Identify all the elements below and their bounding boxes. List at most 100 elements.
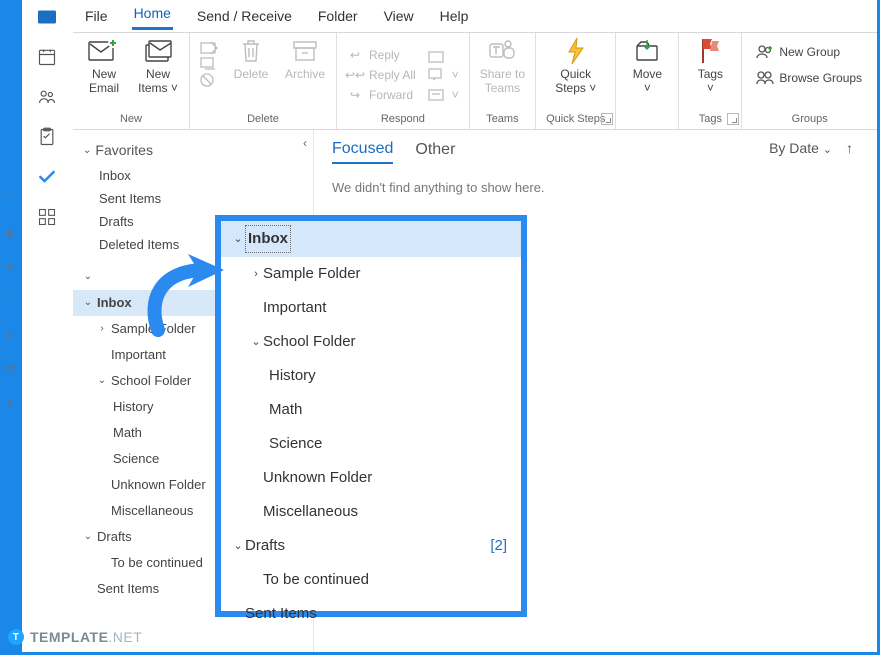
forward-icon: ↪ (347, 87, 363, 103)
todo-rail-icon[interactable] (36, 166, 58, 188)
left-rail (22, 0, 73, 652)
meeting-mini-icon[interactable] (428, 50, 459, 64)
ribbon-group-delete: Delete Archive Delete (190, 33, 337, 129)
archive-label: Archive (285, 67, 325, 81)
ribbon-group-move-label (646, 113, 649, 127)
callout-important-label: Important (263, 295, 326, 321)
menu-view[interactable]: View (382, 4, 416, 30)
more-respond-mini-icon[interactable]: ˅ (428, 86, 459, 104)
tree-history-label: History (113, 396, 153, 418)
callout-drafts-count: [2] (490, 533, 507, 559)
tags-button[interactable]: Tags ˅ (689, 37, 731, 95)
callout-history[interactable]: History (221, 359, 521, 393)
chevron-down-icon: ⌄ (83, 145, 91, 156)
tasks-rail-icon[interactable] (36, 126, 58, 148)
callout-tbc[interactable]: To be continued (221, 563, 521, 597)
reply-all-icon: ↩↩ (347, 67, 363, 83)
ribbon-group-new-label: New (120, 113, 142, 127)
callout-science[interactable]: Science (221, 427, 521, 461)
archive-button[interactable]: Archive (284, 37, 326, 81)
trash-icon (236, 37, 266, 65)
new-group-button[interactable]: New Group (757, 43, 840, 61)
callout-overlay: ⌄Inbox ›Sample Folder Important ⌄School … (215, 215, 527, 617)
sort-direction[interactable]: ↑ (846, 140, 853, 156)
menu-home[interactable]: Home (132, 1, 173, 30)
people-rail-icon[interactable] (36, 86, 58, 108)
watermark: T TEMPLATE.NET (8, 629, 142, 645)
chevron-down-icon: ⌄ (231, 533, 245, 559)
tree-important-label: Important (111, 344, 166, 366)
menu-help[interactable]: Help (438, 4, 471, 30)
callout-inbox[interactable]: ⌄Inbox (221, 221, 521, 257)
callout-school-label: School Folder (263, 329, 356, 355)
im-mini-icon[interactable]: ˅ (428, 66, 459, 84)
fav-sent-items[interactable]: Sent Items (73, 187, 313, 210)
callout-drafts[interactable]: ⌄Drafts [2] (221, 529, 521, 563)
reply-button[interactable]: ↩Reply (347, 46, 416, 64)
callout-important[interactable]: Important (221, 291, 521, 325)
tab-other[interactable]: Other (415, 141, 455, 163)
junk-mini-icon[interactable] (200, 73, 218, 87)
tree-drafts-label: Drafts (97, 526, 132, 548)
favorites-header[interactable]: ⌄ Favorites (73, 136, 313, 164)
tree-unknown-label: Unknown Folder (111, 474, 206, 496)
left-edge-decor: 'gn'sees (2, 180, 18, 418)
new-email-label: New Email (89, 67, 119, 95)
ribbon-group-teams-label: Teams (486, 113, 518, 127)
chevron-down-icon: ⌄ (83, 266, 93, 288)
move-label: Move ˅ (633, 67, 662, 95)
chevron-down-icon: ⌄ (97, 370, 107, 392)
favorites-header-label: Favorites (95, 142, 153, 158)
move-button[interactable]: Move ˅ (626, 37, 668, 95)
new-items-icon (143, 37, 173, 65)
ribbon-group-teams: Share to Teams Teams (470, 33, 536, 129)
sort-bydate-label: By Date (769, 140, 819, 156)
callout-drafts-label: Drafts (245, 533, 285, 559)
menu-folder[interactable]: Folder (316, 4, 360, 30)
reply-all-button[interactable]: ↩↩Reply All (347, 66, 416, 84)
menu-file[interactable]: File (83, 4, 110, 30)
respond-extra: ˅ ˅ (428, 46, 459, 104)
delete-button[interactable]: Delete (230, 37, 272, 81)
mail-rail-icon[interactable] (36, 6, 58, 28)
tree-misc-label: Miscellaneous (111, 500, 193, 522)
callout-sample-folder[interactable]: ›Sample Folder (221, 257, 521, 291)
callout-science-label: Science (269, 431, 322, 457)
callout-miscellaneous[interactable]: Miscellaneous (221, 495, 521, 529)
cleanup-mini-icon[interactable] (200, 57, 218, 71)
teams-icon (487, 37, 517, 65)
callout-history-label: History (269, 363, 316, 389)
ignore-mini-icon[interactable] (200, 41, 218, 55)
new-items-label: New Items ˅ (138, 67, 178, 95)
chevron-down-icon: ⌄ (823, 144, 832, 156)
calendar-rail-icon[interactable] (36, 46, 58, 68)
callout-math[interactable]: Math (221, 393, 521, 427)
more-apps-rail-icon[interactable] (36, 206, 58, 228)
sort-bydate[interactable]: By Date ⌄ (769, 140, 832, 156)
share-to-teams-button[interactable]: Share to Teams (480, 37, 525, 95)
ribbon: New Email New Items ˅ New (73, 32, 877, 130)
tab-focused[interactable]: Focused (332, 140, 393, 164)
quicksteps-dialog-launcher[interactable] (601, 113, 613, 125)
quick-steps-button[interactable]: Quick Steps ˅ (555, 37, 597, 95)
callout-sent-label: Sent Items (245, 601, 317, 627)
chevron-right-icon: › (249, 261, 263, 287)
callout-tbc-label: To be continued (263, 567, 369, 593)
callout-unknown-folder[interactable]: Unknown Folder (221, 461, 521, 495)
menu-send-receive[interactable]: Send / Receive (195, 4, 294, 30)
tags-dialog-launcher[interactable] (727, 113, 739, 125)
fav-inbox[interactable]: Inbox (73, 164, 313, 187)
new-email-button[interactable]: New Email (83, 37, 125, 95)
forward-button[interactable]: ↪Forward (347, 86, 416, 104)
new-items-button[interactable]: New Items ˅ (137, 37, 179, 95)
tree-science-label: Science (113, 448, 159, 470)
browse-groups-button[interactable]: Browse Groups (757, 69, 862, 87)
tree-inbox-label: Inbox (97, 292, 132, 314)
callout-school-folder[interactable]: ⌄School Folder (221, 325, 521, 359)
chevron-right-icon: › (97, 318, 107, 340)
tree-sent-label: Sent Items (97, 578, 159, 600)
callout-sent-items[interactable]: Sent Items (221, 597, 521, 631)
callout-inbox-label: Inbox (245, 225, 291, 253)
collapse-pane-button[interactable]: ‹ (303, 136, 307, 150)
move-icon (632, 37, 662, 65)
